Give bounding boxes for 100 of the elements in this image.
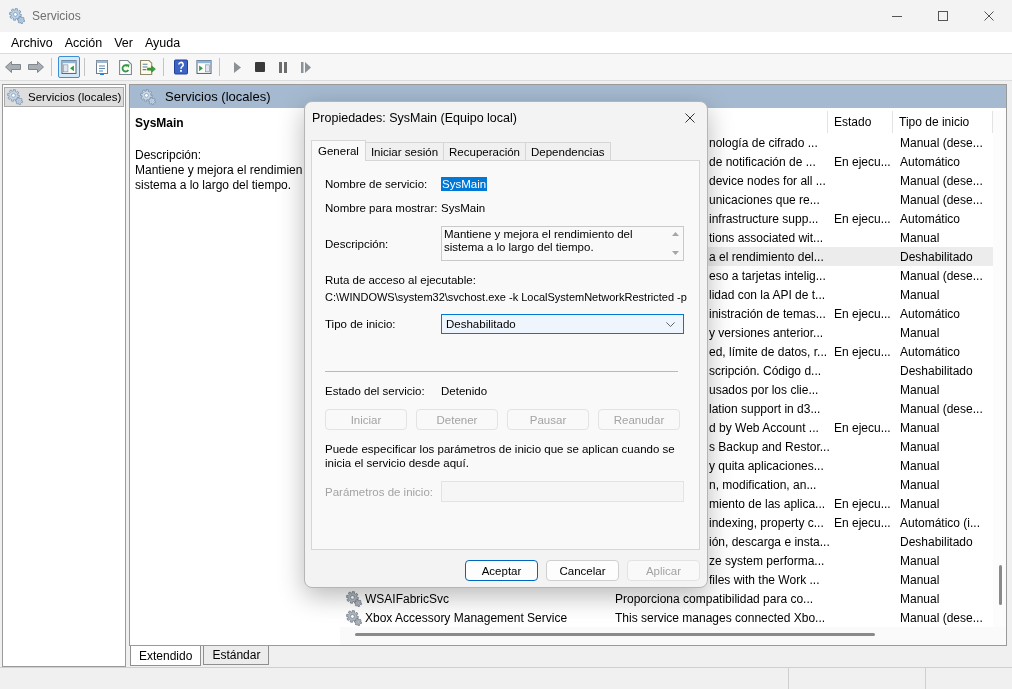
startup-type: Deshabilitado <box>900 249 973 264</box>
service-description: n, modification, an... <box>709 477 817 492</box>
service-description: This service manages connected Xbo... <box>615 610 826 625</box>
service-description: s Backup and Restor... <box>709 439 830 454</box>
service-description: lidad con la API de t... <box>709 287 826 302</box>
startup-type: Manual <box>900 439 940 454</box>
menu-item[interactable]: Ayuda <box>139 33 187 52</box>
startup-type: Automático <box>900 344 961 359</box>
service-name: Xbox Accessory Management Service <box>365 610 568 625</box>
scrollbar-thumb[interactable] <box>355 633 875 636</box>
service-description: de notificación de ... <box>709 154 816 169</box>
service-status: En ejecu... <box>834 154 891 169</box>
startup-type: Manual (dese... <box>900 610 983 625</box>
startup-type: Automático <box>900 306 961 321</box>
gear-icon <box>9 8 25 24</box>
startup-type: Manual <box>900 591 940 606</box>
window-title: Servicios <box>32 9 81 23</box>
startup-type: Manual <box>900 572 940 587</box>
scroll-down-icon <box>672 251 679 255</box>
maximize-icon <box>938 11 948 21</box>
bar-play-icon <box>301 61 311 73</box>
close-icon <box>685 112 695 123</box>
service-description: device nodes for all ... <box>709 173 826 188</box>
view-tab[interactable]: Extendido <box>130 646 202 666</box>
dialog-tab[interactable]: Dependencias <box>525 142 611 160</box>
startup-type: Manual <box>900 230 940 245</box>
window-pane-icon <box>61 60 77 74</box>
description-label: Descripción: <box>135 148 202 163</box>
startup-type: Deshabilitado <box>900 534 973 549</box>
minimize-icon <box>892 15 902 17</box>
menu-item[interactable]: Ver <box>108 33 139 52</box>
pane-title: Servicios (locales) <box>165 89 271 104</box>
window-list-icon <box>95 59 109 75</box>
service-status: En ejecu... <box>834 496 891 511</box>
service-status: En ejecu... <box>834 420 891 435</box>
startup-type: Manual (dese... <box>900 401 983 416</box>
service-description: tions associated wit... <box>709 230 824 245</box>
service-description: scripción. Código d... <box>709 363 822 378</box>
service-row[interactable]: Xbox Accessory Management Service This service manages connected Xbo... Manual (dese... <box>340 608 993 627</box>
page-refresh-icon <box>118 59 132 75</box>
page-arrow-icon <box>140 59 156 75</box>
menu-item[interactable]: Acción <box>58 33 109 52</box>
startup-type: Manual <box>900 553 940 568</box>
service-description: files with the Work ... <box>709 572 820 587</box>
left-arrow-icon <box>5 61 21 73</box>
startup-type: Automático <box>900 211 961 226</box>
executable-path: C:\WINDOWS\system32\svchost.exe -k LocalSystemNetworkRestricted -p <box>325 291 687 303</box>
chevron-down-icon <box>666 321 675 327</box>
play-icon <box>233 61 241 73</box>
gear-icon <box>140 88 156 105</box>
service-description: a el rendimiento del... <box>709 249 824 264</box>
startup-type: Manual <box>900 420 940 435</box>
service-description: ión, descarga e insta... <box>709 534 830 549</box>
dialog-tab[interactable]: General <box>311 140 366 161</box>
description-box[interactable]: Mantiene y mejora el rendimiento del sistema a lo largo del tiempo. <box>441 226 684 261</box>
service-name-value: SysMain <box>441 177 488 191</box>
dialog-button[interactable]: Cancelar <box>546 560 619 581</box>
startup-type: Manual <box>900 477 940 492</box>
service-description: miento de las aplica... <box>709 496 826 511</box>
gear-icon <box>346 590 362 607</box>
service-description: inistración de temas... <box>709 306 826 321</box>
service-description: nología de cifrado ... <box>709 135 818 150</box>
console-tree-button[interactable] <box>58 56 80 78</box>
service-description: y versiones anterior... <box>709 325 824 340</box>
service-description: eso a tarjetas intelig... <box>709 268 826 283</box>
startup-type: Manual <box>900 325 940 340</box>
field-label: Estado del servicio: <box>325 385 425 397</box>
help-icon <box>174 59 188 75</box>
startup-type: Manual (dese... <box>900 268 983 283</box>
startup-type: Automático <box>900 154 961 169</box>
gear-icon <box>7 89 23 105</box>
menu-item[interactable]: Archivo <box>5 33 59 52</box>
display-name-value: SysMain <box>441 201 486 215</box>
startup-type: Manual (dese... <box>900 192 983 207</box>
dialog-tab[interactable]: Recuperación <box>443 142 526 160</box>
window-play-icon <box>196 60 212 74</box>
startup-type: Automático (i... <box>900 515 981 530</box>
startup-type-dropdown[interactable]: Deshabilitado <box>441 314 684 334</box>
help-text: Puede especificar los parámetros de inicio que se aplican cuando se inicia el servicio desde aquí. <box>325 443 676 470</box>
column-header[interactable]: Estado <box>828 111 893 133</box>
service-status-value: Detenido <box>441 384 488 398</box>
field-label: Ruta de acceso al ejecutable: <box>325 274 476 286</box>
field-label: Nombre de servicio: <box>325 178 428 190</box>
service-description: usados por los clie... <box>709 382 819 397</box>
service-row[interactable]: WSAIFabricSvc Proporciona compatibilidad para co... Manual <box>340 589 993 608</box>
tree-item[interactable]: Servicios (locales) <box>4 87 124 107</box>
close-icon <box>984 11 994 21</box>
service-description: Proporciona compatibilidad para co... <box>615 591 814 606</box>
startup-type: Manual <box>900 496 940 511</box>
field-label: Nombre para mostrar: <box>325 202 438 214</box>
service-description: y quita aplicaciones... <box>709 458 824 473</box>
dialog-button[interactable]: Aceptar <box>465 560 538 581</box>
startup-type: Manual (dese... <box>900 173 983 188</box>
service-description: infrastructure supp... <box>709 211 819 226</box>
service-description: ze system performa... <box>709 553 825 568</box>
scroll-up-icon <box>672 232 679 236</box>
view-tab[interactable]: Estándar <box>203 646 270 665</box>
scrollbar-thumb[interactable] <box>999 565 1002 605</box>
pause-icon <box>279 61 287 73</box>
field-label: Parámetros de inicio: <box>325 485 434 498</box>
